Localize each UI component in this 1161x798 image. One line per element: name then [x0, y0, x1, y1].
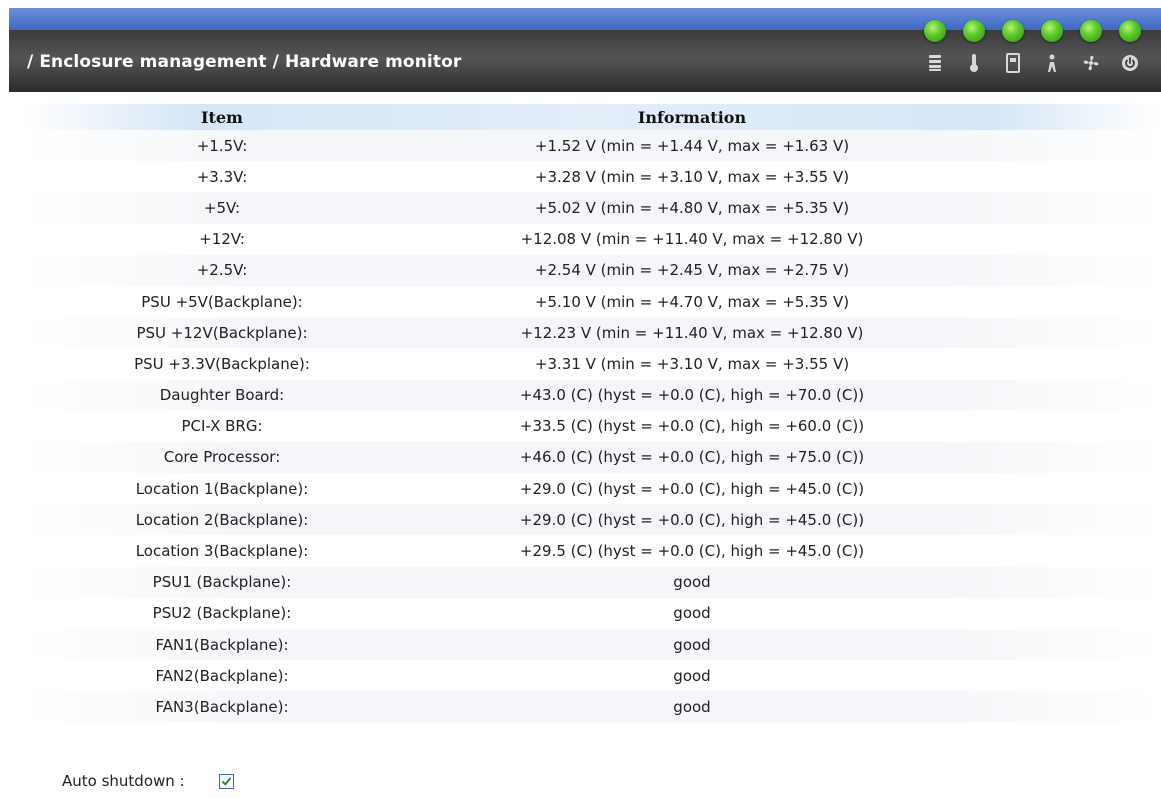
row-information-value: +29.0 (C) (hyst = +0.0 (C), high = +45.0…	[519, 510, 865, 529]
row-information-value: +33.5 (C) (hyst = +0.0 (C), high = +60.0…	[519, 417, 865, 436]
row-information-value: good	[673, 573, 711, 592]
ups-icon[interactable]	[1042, 52, 1062, 74]
row-item-label: FAN2(Backplane):	[155, 666, 289, 685]
row-information-value: good	[673, 666, 711, 685]
table-row: Core Processor: +46.0 (C) (hyst = +0.0 (C…	[22, 441, 1161, 474]
status-cell-power-supply[interactable]	[993, 20, 1032, 74]
table-row: FAN2(Backplane): good	[22, 660, 1161, 691]
header-bar: / Enclosure management / Hardware monito…	[9, 8, 1161, 92]
table-row: +3.3V: +3.28 V (min = +3.10 V, max = +3.5…	[22, 161, 1161, 192]
status-led	[1118, 20, 1141, 42]
table-row: FAN1(Backplane): good	[22, 629, 1161, 661]
row-information-value: +12.08 V (min = +11.40 V, max = +12.80 V…	[520, 230, 864, 249]
breadcrumb: / Enclosure management / Hardware monito…	[27, 52, 462, 72]
row-information-value: +5.10 V (min = +4.70 V, max = +5.35 V)	[534, 292, 850, 311]
table-row: Location 2(Backplane): +29.0 (C) (hyst = …	[22, 504, 1161, 536]
row-information-value: good	[673, 604, 711, 623]
status-cell-list[interactable]	[915, 20, 954, 74]
table-row: +12V: +12.08 V (min = +11.40 V, max = +12…	[22, 224, 1161, 255]
fan-icon[interactable]	[1081, 52, 1101, 74]
table-row: PSU +5V(Backplane): +5.10 V (min = +4.70 …	[22, 286, 1161, 317]
status-led	[962, 20, 985, 42]
row-information-value: +12.23 V (min = +11.40 V, max = +12.80 V…	[520, 323, 864, 342]
column-header-information: Information	[637, 107, 747, 127]
table-header-row: Item Information	[22, 104, 1161, 130]
table-row: Location 3(Backplane): +29.5 (C) (hyst = …	[22, 535, 1161, 566]
row-item-label: +2.5V:	[196, 261, 248, 280]
table-row: PCI-X BRG: +33.5 (C) (hyst = +0.0 (C), hi…	[22, 411, 1161, 442]
table-row: +5V: +5.02 V (min = +4.80 V, max = +5.35 …	[22, 192, 1161, 224]
row-information-value: +5.02 V (min = +4.80 V, max = +5.35 V)	[534, 198, 850, 217]
status-cell-thermometer[interactable]	[954, 20, 993, 74]
shutdown-icon[interactable]	[1120, 52, 1140, 74]
status-cell-fan[interactable]	[1071, 20, 1110, 74]
row-item-label: PCI-X BRG:	[181, 417, 263, 436]
row-item-label: PSU +5V(Backplane):	[141, 292, 303, 311]
table-row: PSU2 (Backplane): good	[22, 598, 1161, 629]
row-item-label: Daughter Board:	[159, 386, 285, 405]
column-header-item: Item	[201, 107, 243, 127]
row-item-label: FAN1(Backplane):	[155, 635, 289, 654]
row-item-label: +5V:	[203, 198, 241, 217]
row-item-label: Location 2(Backplane):	[135, 510, 309, 529]
table-body: +1.5V: +1.52 V (min = +1.44 V, max = +1.6…	[22, 130, 1161, 723]
status-led	[923, 20, 946, 42]
table-row: +2.5V: +2.54 V (min = +2.45 V, max = +2.7…	[22, 254, 1161, 286]
row-item-label: Location 3(Backplane):	[135, 542, 309, 561]
row-information-value: good	[673, 635, 711, 654]
power-supply-icon[interactable]	[1003, 52, 1023, 74]
row-information-value: +29.0 (C) (hyst = +0.0 (C), high = +45.0…	[519, 479, 865, 498]
list-icon[interactable]	[925, 52, 945, 74]
auto-shutdown-label: Auto shutdown :	[62, 772, 185, 790]
auto-shutdown-checkbox[interactable]	[218, 773, 234, 789]
status-cell-ups[interactable]	[1032, 20, 1071, 74]
row-information-value: +3.28 V (min = +3.10 V, max = +3.55 V)	[534, 167, 850, 186]
row-item-label: PSU +3.3V(Backplane):	[134, 354, 310, 373]
thermometer-icon[interactable]	[964, 52, 984, 74]
row-information-value: +29.5 (C) (hyst = +0.0 (C), high = +45.0…	[519, 542, 865, 561]
row-information-value: good	[673, 697, 711, 716]
checkmark-icon	[221, 776, 231, 786]
status-led	[1001, 20, 1024, 42]
table-row: Location 1(Backplane): +29.0 (C) (hyst = …	[22, 473, 1161, 504]
row-item-label: Location 1(Backplane):	[135, 479, 309, 498]
table-row: Daughter Board: +43.0 (C) (hyst = +0.0 (C…	[22, 379, 1161, 411]
table-row: PSU +3.3V(Backplane): +3.31 V (min = +3.1…	[22, 348, 1161, 379]
row-information-value: +2.54 V (min = +2.45 V, max = +2.75 V)	[534, 261, 850, 280]
row-item-label: +1.5V:	[196, 136, 248, 155]
row-item-label: PSU2 (Backplane):	[152, 604, 292, 623]
status-led	[1079, 20, 1102, 42]
table-row: PSU +12V(Backplane): +12.23 V (min = +11.…	[22, 317, 1161, 349]
row-item-label: FAN3(Backplane):	[155, 697, 289, 716]
row-item-label: Core Processor:	[163, 448, 281, 467]
status-cell-shutdown[interactable]	[1110, 20, 1149, 74]
status-led	[1040, 20, 1063, 42]
table-row: PSU1 (Backplane): good	[22, 566, 1161, 598]
row-information-value: +46.0 (C) (hyst = +0.0 (C), high = +75.0…	[519, 448, 865, 467]
row-information-value: +1.52 V (min = +1.44 V, max = +1.63 V)	[534, 136, 850, 155]
row-information-value: +3.31 V (min = +3.10 V, max = +3.55 V)	[534, 354, 850, 373]
row-item-label: PSU +12V(Backplane):	[136, 323, 308, 342]
row-item-label: +12V:	[199, 230, 245, 249]
row-information-value: +43.0 (C) (hyst = +0.0 (C), high = +70.0…	[519, 386, 865, 405]
table-row: +1.5V: +1.52 V (min = +1.44 V, max = +1.6…	[22, 130, 1161, 162]
auto-shutdown-row: Auto shutdown :	[62, 772, 234, 790]
table-row: FAN3(Backplane): good	[22, 691, 1161, 723]
status-indicators	[915, 20, 1149, 74]
hardware-monitor-table: Item Information +1.5V: +1.52 V (min = +1…	[22, 104, 1161, 723]
row-item-label: +3.3V:	[196, 167, 248, 186]
row-item-label: PSU1 (Backplane):	[152, 573, 292, 592]
